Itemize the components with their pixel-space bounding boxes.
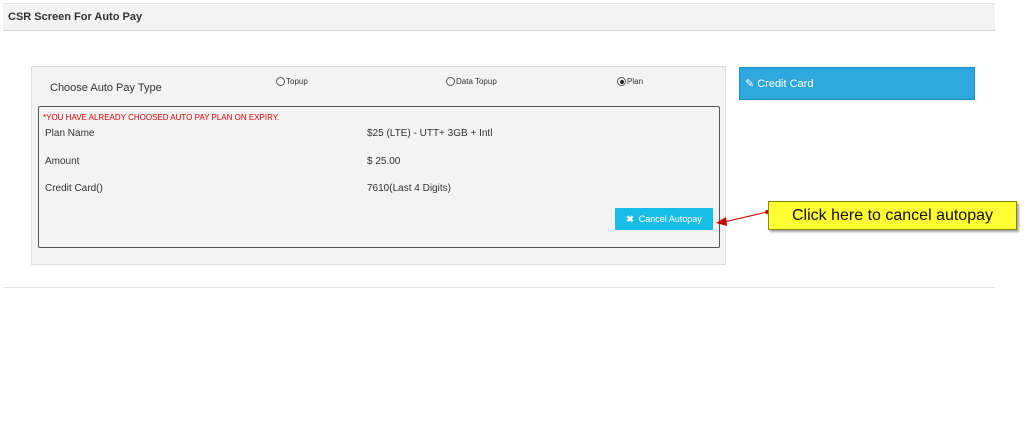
page-header: CSR Screen For Auto Pay [3,3,995,31]
plan-name-label: Plan Name [45,128,95,139]
amount-value: $ 25.00 [367,156,401,167]
radio-label-topup: Topup [286,77,308,86]
plan-name-value: $25 (LTE) - UTT+ 3GB + Intl [367,128,493,139]
divider [3,287,995,288]
radio-checked-icon [617,77,626,86]
edit-icon: ✎ [745,78,755,90]
page-title: CSR Screen For Auto Pay [8,11,143,23]
radio-label-plan: Plan [627,77,644,86]
credit-card-value: 7610(Last 4 Digits) [367,183,451,194]
radio-topup[interactable]: Topup [276,77,308,86]
radio-circle-icon [276,77,285,86]
annotation-text: Click here to cancel autopay [792,206,993,224]
x-icon: ✖ [626,213,634,224]
radio-plan[interactable]: Plan [617,77,643,86]
annotation-callout: Click here to cancel autopay [768,201,1017,230]
auto-pay-type-label: Choose Auto Pay Type [50,82,162,94]
radio-label-data-topup: Data Topup [456,77,497,86]
plan-details-box: *YOU HAVE ALREADY CHOOSED AUTO PAY PLAN … [38,106,720,248]
credit-card-panel[interactable]: ✎ Credit Card [739,67,975,100]
amount-label: Amount [45,156,80,167]
radio-data-topup[interactable]: Data Topup [446,77,497,86]
credit-card-panel-label: Credit Card [757,77,814,90]
auto-pay-panel: Choose Auto Pay Type Topup Data Topup Pl… [31,66,726,265]
radio-circle-icon [446,77,455,86]
cancel-autopay-label: Cancel Autopay [638,214,702,224]
credit-card-label: Credit Card() [45,183,103,194]
warning-message: *YOU HAVE ALREADY CHOOSED AUTO PAY PLAN … [43,113,280,122]
cancel-autopay-button[interactable]: ✖ Cancel Autopay [615,208,713,230]
